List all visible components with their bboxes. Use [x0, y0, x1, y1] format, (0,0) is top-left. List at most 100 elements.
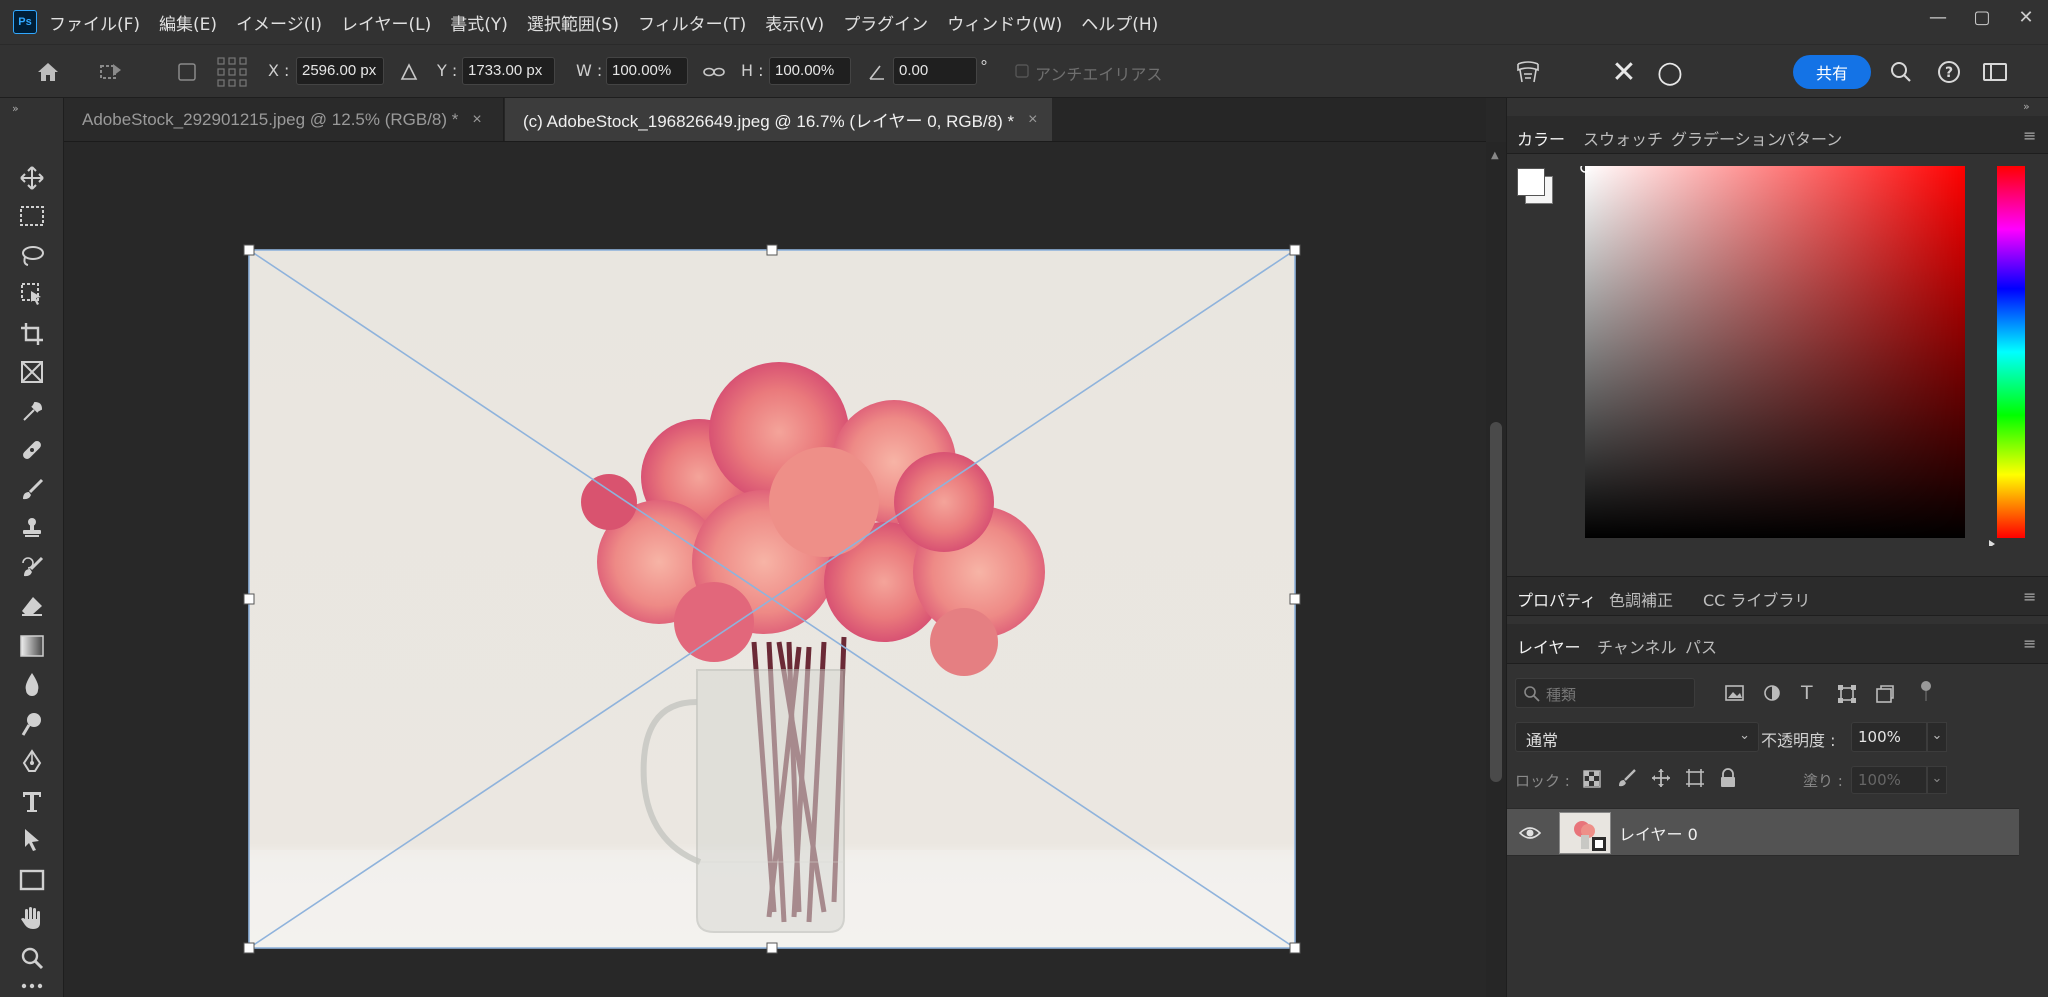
rectangle-tool-icon[interactable]	[14, 862, 50, 898]
y-position-field[interactable]: 1733.00 px	[462, 57, 555, 85]
menu-edit[interactable]: 編集(E)	[159, 10, 217, 35]
panel-menu-icon[interactable]: ≡	[2023, 587, 2036, 606]
canvas-view[interactable]	[64, 142, 1486, 997]
angle-field[interactable]: 0.00	[893, 57, 977, 85]
x-position-field[interactable]: 2596.00 px	[296, 57, 384, 85]
layer-row[interactable]: レイヤー 0	[1507, 808, 2019, 856]
more-tools-icon[interactable]	[14, 976, 50, 996]
filter-shape-icon[interactable]	[1837, 684, 1857, 704]
lock-artboard-icon[interactable]	[1685, 768, 1705, 788]
dodge-tool-icon[interactable]	[14, 706, 50, 742]
filter-smart-object-icon[interactable]	[1875, 684, 1895, 704]
close-tab-icon[interactable]: ×	[472, 111, 481, 129]
menu-view[interactable]: 表示(V)	[765, 10, 824, 35]
hand-tool-icon[interactable]	[14, 900, 50, 936]
menu-plugins[interactable]: プラグイン	[843, 10, 928, 35]
tab-gradients[interactable]: グラデーション	[1671, 126, 1783, 150]
opacity-field[interactable]: 100%	[1851, 722, 1927, 752]
antialias-checkbox[interactable]	[1014, 63, 1030, 79]
lock-position-icon[interactable]	[1651, 768, 1671, 788]
scrollbar-thumb[interactable]	[1490, 422, 1502, 782]
foreground-color-swatch[interactable]	[1517, 168, 1545, 196]
filter-type-icon[interactable]: T	[1801, 682, 1813, 704]
brush-tool-icon[interactable]	[14, 472, 50, 508]
menu-filter[interactable]: フィルター(T)	[638, 10, 746, 35]
move-tool-icon[interactable]	[14, 160, 50, 196]
transform-tool-preset-icon[interactable]	[92, 57, 128, 87]
maximize-button[interactable]: ▢	[1960, 0, 2004, 34]
width-field[interactable]: 100.00%	[606, 57, 688, 85]
help-icon[interactable]: ?	[1934, 57, 1964, 87]
collapse-toolbar-icon[interactable]: »	[12, 102, 19, 115]
type-tool-icon[interactable]	[14, 784, 50, 820]
zoom-tool-icon[interactable]	[14, 940, 50, 976]
lock-image-pixels-icon[interactable]	[1617, 768, 1637, 788]
panel-menu-icon[interactable]: ≡	[2023, 634, 2036, 653]
tab-properties[interactable]: プロパティ	[1517, 587, 1596, 611]
object-select-tool-icon[interactable]	[14, 276, 50, 312]
tab-paths[interactable]: パス	[1685, 634, 1717, 658]
healing-brush-icon[interactable]	[14, 432, 50, 468]
layer-name[interactable]: レイヤー 0	[1619, 821, 1698, 845]
tab-swatches[interactable]: スウォッチ	[1583, 126, 1663, 150]
canvas-vertical-scrollbar[interactable]: ▲	[1486, 142, 1506, 997]
tab-patterns[interactable]: パターン	[1779, 126, 1842, 150]
search-icon[interactable]	[1886, 57, 1916, 87]
panel-menu-icon[interactable]: ≡	[2023, 126, 2036, 145]
layer-filter-field[interactable]: 種類	[1515, 678, 1695, 708]
link-aspect-icon[interactable]	[700, 59, 728, 85]
tab-color[interactable]: カラー	[1517, 126, 1565, 150]
reference-point-grid-icon[interactable]	[214, 55, 250, 89]
tab-channels[interactable]: チャンネル	[1597, 634, 1677, 658]
warp-mode-icon[interactable]	[1510, 55, 1546, 89]
opacity-dropdown-icon[interactable]: ⌄	[1927, 722, 1947, 752]
lasso-tool-icon[interactable]	[14, 238, 50, 274]
menu-image[interactable]: イメージ(I)	[236, 10, 322, 35]
tab-document-1[interactable]: AdobeStock_292901215.jpeg @ 12.5% (RGB/8…	[64, 98, 504, 141]
marquee-tool-icon[interactable]	[14, 198, 50, 234]
tab-cc-libraries[interactable]: CC ライブラリ	[1703, 587, 1810, 611]
home-icon[interactable]	[28, 57, 68, 87]
blend-mode-select[interactable]: 通常 ⌄	[1515, 722, 1759, 752]
path-select-tool-icon[interactable]	[14, 822, 50, 858]
commit-transform-icon[interactable]: ○	[1650, 55, 1690, 90]
clone-stamp-icon[interactable]	[14, 510, 50, 546]
crop-tool-icon[interactable]	[14, 316, 50, 352]
height-field[interactable]: 100.00%	[769, 57, 851, 85]
menu-layer[interactable]: レイヤー(L)	[341, 10, 431, 35]
color-field[interactable]	[1577, 166, 1967, 538]
eye-visibility-icon[interactable]	[1519, 825, 1541, 841]
scroll-up-icon[interactable]: ▲	[1491, 150, 1499, 161]
lock-all-icon[interactable]	[1719, 768, 1737, 788]
lock-transparent-pixels-icon[interactable]	[1583, 770, 1601, 788]
cancel-transform-icon[interactable]: ✕	[1604, 55, 1644, 90]
filter-pixel-icon[interactable]	[1725, 684, 1745, 702]
workspace-icon[interactable]	[1980, 57, 2010, 87]
close-window-button[interactable]: ✕	[2004, 0, 2048, 34]
collapse-panels-icon[interactable]: »	[2023, 100, 2030, 113]
menu-type[interactable]: 書式(Y)	[450, 10, 508, 35]
reference-point-checkbox[interactable]	[174, 59, 200, 85]
share-button[interactable]: 共有	[1793, 55, 1871, 89]
frame-tool-icon[interactable]	[14, 354, 50, 390]
history-brush-icon[interactable]	[14, 550, 50, 586]
menu-file[interactable]: ファイル(F)	[49, 10, 140, 35]
eraser-tool-icon[interactable]	[14, 588, 50, 624]
pen-tool-icon[interactable]	[14, 744, 50, 780]
menu-select[interactable]: 選択範囲(S)	[527, 10, 619, 35]
filter-adjustment-icon[interactable]	[1763, 684, 1781, 702]
tab-layers[interactable]: レイヤー	[1517, 634, 1581, 658]
minimize-button[interactable]: —	[1916, 0, 1960, 34]
tab-adjustments[interactable]: 色調補正	[1609, 587, 1673, 611]
hue-slider[interactable]	[1987, 166, 2027, 546]
menu-window[interactable]: ウィンドウ(W)	[947, 10, 1062, 35]
filter-toggle-icon[interactable]	[1919, 680, 1933, 702]
gradient-tool-icon[interactable]	[14, 628, 50, 664]
fill-field[interactable]: 100%	[1851, 766, 1927, 794]
close-tab-icon[interactable]: ×	[1028, 111, 1037, 129]
menu-help[interactable]: ヘルプ(H)	[1081, 10, 1158, 35]
tab-document-2[interactable]: (c) AdobeStock_196826649.jpeg @ 16.7% (レ…	[505, 98, 1052, 141]
canvas-area[interactable]	[64, 142, 1486, 997]
eyedropper-tool-icon[interactable]	[14, 394, 50, 430]
fill-dropdown-icon[interactable]: ⌄	[1927, 766, 1947, 794]
